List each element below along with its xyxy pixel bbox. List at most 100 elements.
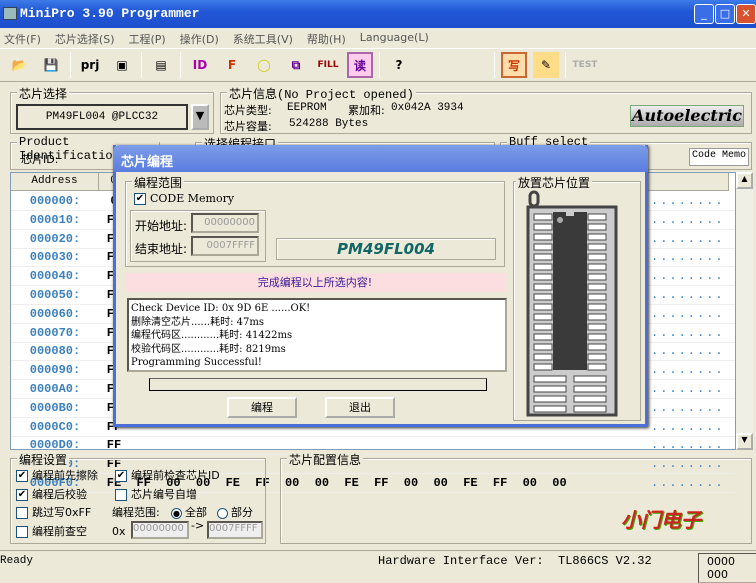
separator	[565, 52, 566, 78]
auto-increment-checkbox[interactable]: 芯片编号自增	[115, 486, 197, 502]
menu-language[interactable]: Language(L)	[360, 31, 429, 45]
hex-cell[interactable]: FF	[99, 436, 129, 455]
chip-config-group: 芯片配置信息 小门电子	[280, 451, 752, 544]
ascii-cell: ........	[651, 231, 725, 246]
menu-operation[interactable]: 操作(D)	[180, 31, 219, 46]
ascii-cell: ........	[651, 363, 725, 378]
chip-select-group: 芯片选择 PM49FL004 @PLCC32 ▼	[10, 85, 214, 134]
save-icon[interactable]: 💾	[38, 52, 64, 78]
row-address: 000060:	[29, 306, 81, 321]
write-icon[interactable]: 写	[501, 52, 527, 78]
open-icon[interactable]: 📂	[6, 52, 32, 78]
row-address: 000010:	[29, 212, 81, 227]
menu-tools[interactable]: 系统工具(V)	[233, 31, 293, 46]
row-address: 0000A0:	[29, 382, 81, 396]
close-button[interactable]: ✕	[736, 4, 756, 24]
radio-label: 部分	[231, 506, 253, 519]
checkbox-label: 芯片编号自增	[131, 488, 197, 501]
chip-size-value: 524288 Bytes	[289, 118, 369, 130]
chip-config-label: 芯片配置信息	[287, 451, 364, 468]
scroll-up-button[interactable]: ▲	[736, 172, 753, 189]
test-icon[interactable]: TEST	[572, 52, 598, 78]
start-address-label: 开始地址:	[135, 219, 188, 233]
verify-after-checkbox[interactable]: ✔ 编程后校验	[16, 486, 87, 502]
range-group-label: 编程范围	[132, 174, 185, 191]
scroll-down-button[interactable]: ▼	[736, 433, 753, 450]
chip-icon[interactable]: ▤	[148, 52, 174, 78]
checksum-value: 0x042A 3934	[391, 102, 464, 114]
hardware-version: Hardware Interface Ver: TL866CS V2.32	[378, 554, 652, 568]
chip-select-button[interactable]: PM49FL004 @PLCC32	[16, 104, 188, 130]
help-icon[interactable]: ?	[386, 52, 412, 78]
range-from-input[interactable]: 00000000	[131, 521, 189, 539]
row-address: 000070:	[29, 325, 81, 340]
row-address: 000080:	[29, 344, 81, 359]
menu-file[interactable]: 文件(F)	[4, 31, 41, 46]
socket-group: 放置芯片位置	[513, 174, 641, 421]
maximize-button[interactable]: □	[715, 4, 735, 24]
chip-info-label: 芯片信息(No Project opened)	[227, 85, 416, 102]
row-address: 0000C0:	[29, 419, 81, 434]
radio-circle	[217, 507, 228, 519]
progress-bar	[149, 378, 487, 391]
menu-project[interactable]: 工程(P)	[129, 31, 166, 46]
check-icon: ✔	[16, 470, 28, 482]
separator	[141, 52, 142, 78]
blank-check-icon[interactable]: F	[219, 52, 245, 78]
checkbox-label: 编程前查空	[32, 525, 87, 538]
blank-check-checkbox[interactable]: 编程前查空	[16, 523, 87, 539]
read-icon[interactable]: 读	[347, 52, 373, 78]
row-address: 000040:	[29, 269, 81, 284]
row-address: 0000B0:	[29, 400, 81, 415]
program-settings-group: 编程设置 ✔ 编程前先擦除 ✔ 编程前检查芯片ID ✔ 编程后校验 芯片编号自增 跳过…	[10, 451, 266, 544]
status-ready: Ready	[0, 555, 34, 567]
radio-selected-icon: ●	[171, 507, 182, 519]
checkbox-box	[115, 489, 127, 501]
ascii-cell: ........	[651, 400, 725, 415]
log-output: Check Device ID: 0x 9D 6E ......OK! 删除清空…	[127, 298, 507, 372]
open-project-icon[interactable]: prj	[77, 52, 103, 78]
skip-ff-checkbox[interactable]: 跳过写0xFF	[16, 504, 91, 520]
exit-button[interactable]: 退出	[325, 397, 395, 418]
vertical-scrollbar[interactable]: ▲ ▼	[736, 172, 753, 450]
menu-help[interactable]: 帮助(H)	[307, 31, 346, 46]
code-memory-checkbox[interactable]: ✔ CODE Memory	[134, 192, 234, 205]
chip-size-label: 芯片容量:	[224, 120, 272, 133]
start-address-input[interactable]: 00000000	[191, 213, 259, 233]
read-id-icon[interactable]: ID	[187, 52, 213, 78]
ascii-cell: ........	[651, 325, 725, 340]
chip-id-label: 芯片ID:	[21, 153, 59, 166]
buff-select[interactable]: Code Memo	[689, 148, 749, 166]
range-partial-radio[interactable]: 部分	[214, 504, 253, 520]
check-id-checkbox[interactable]: ✔ 编程前检查芯片ID	[115, 467, 220, 483]
menu-chip-select[interactable]: 芯片选择(S)	[55, 31, 115, 46]
save-project-icon[interactable]: ▣	[109, 52, 135, 78]
chip-name-display: PM49FL004	[276, 238, 496, 260]
toolbar: 📂 💾 prj ▣ ▤ ID F ◯ ⧉ FILL 读 ? 写 ✎ TEST	[0, 48, 756, 82]
radio-label: 全部	[185, 506, 207, 519]
program-range-group: 编程范围 ✔ CODE Memory 开始地址: 00000000 结束地址: 0…	[125, 174, 505, 267]
ascii-cell: ........	[651, 306, 725, 321]
log-line: Programming Successful!	[131, 357, 262, 368]
end-address-label: 结束地址:	[135, 242, 188, 256]
status-banner: 完成编程以上所选内容!	[125, 273, 505, 292]
program-button[interactable]: 编程	[227, 397, 297, 418]
socket-label: 放置芯片位置	[516, 174, 593, 191]
range-all-radio[interactable]: ● 全部	[168, 504, 207, 520]
checksum-label: 累加和:	[348, 104, 385, 117]
range-to-input[interactable]: 0007FFFF	[207, 521, 263, 539]
ascii-cell: ........	[651, 382, 725, 396]
minimize-button[interactable]: _	[694, 4, 714, 24]
checkbox-box	[16, 507, 28, 519]
edit-icon[interactable]: ⧉	[283, 52, 309, 78]
end-address-input[interactable]: 0007FFFF	[191, 236, 259, 256]
check-icon: ✔	[16, 489, 28, 501]
verify-icon[interactable]: ◯	[251, 52, 277, 78]
row-address: 000000:	[29, 194, 81, 208]
fill-icon[interactable]: FILL	[315, 52, 341, 78]
chip-dropdown-button[interactable]: ▼	[191, 104, 209, 130]
address-header: Address	[11, 173, 99, 191]
checkbox-label: 跳过写0xFF	[32, 506, 92, 519]
edit-config-icon[interactable]: ✎	[533, 52, 559, 78]
erase-before-checkbox[interactable]: ✔ 编程前先擦除	[16, 467, 98, 483]
